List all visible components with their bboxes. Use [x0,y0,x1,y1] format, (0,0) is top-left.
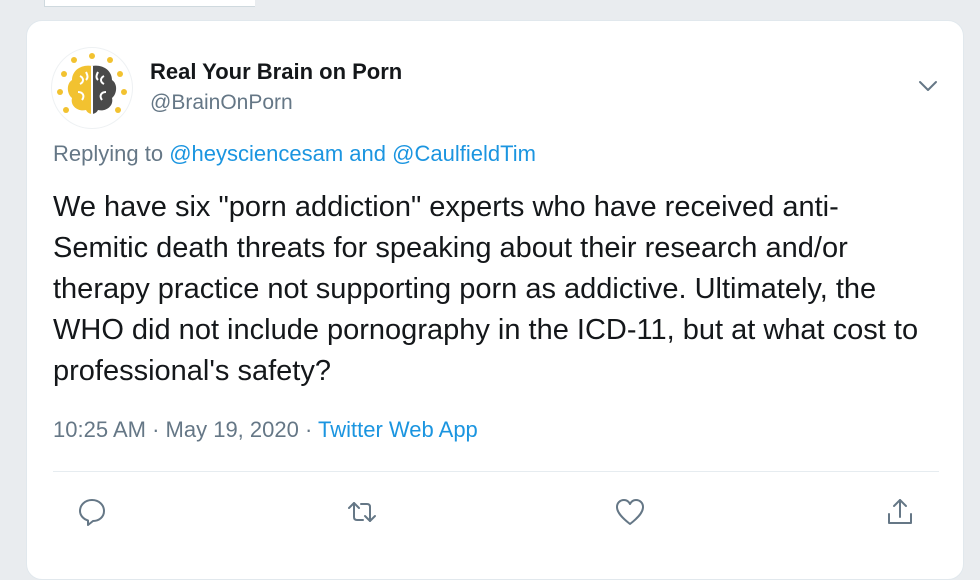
reply-mention-link[interactable]: @heysciencesam [169,141,343,166]
retweet-icon [348,502,376,522]
tweet-date[interactable]: May 19, 2020 [166,417,299,442]
tweet-text: We have six "porn addiction" experts who… [53,191,919,387]
avatar[interactable] [51,47,133,129]
retweet-button[interactable] [345,495,379,529]
speech-bubble-icon [79,499,105,526]
heart-icon [616,499,644,525]
divider [53,471,939,472]
upload-arrow-icon [888,499,912,524]
source-app-link[interactable]: Twitter Web App [318,417,478,442]
like-button[interactable] [613,495,647,529]
meta-separator: · [304,417,313,442]
previous-tweet-edge [44,0,255,7]
tweet-card: Real Your Brain on Porn @BrainOnPorn Rep… [26,20,964,580]
user-handle[interactable]: @BrainOnPorn [150,91,293,115]
share-button[interactable] [883,495,917,529]
brain-logo-icon [57,53,127,114]
tweet-time[interactable]: 10:25 AM [53,417,146,442]
replying-to: Replying to @heysciencesam and @Caulfiel… [53,141,536,167]
tweet-meta: 10:25 AM · May 19, 2020 · Twitter Web Ap… [53,417,478,443]
reply-mention-link[interactable]: @CaulfieldTim [392,141,536,166]
meta-separator: · [152,417,160,442]
chevron-down-icon[interactable] [915,73,941,99]
replying-prefix: Replying to [53,141,164,166]
reply-button[interactable] [75,495,109,529]
display-name[interactable]: Real Your Brain on Porn [150,59,402,85]
reply-and-link[interactable]: and [349,141,386,166]
